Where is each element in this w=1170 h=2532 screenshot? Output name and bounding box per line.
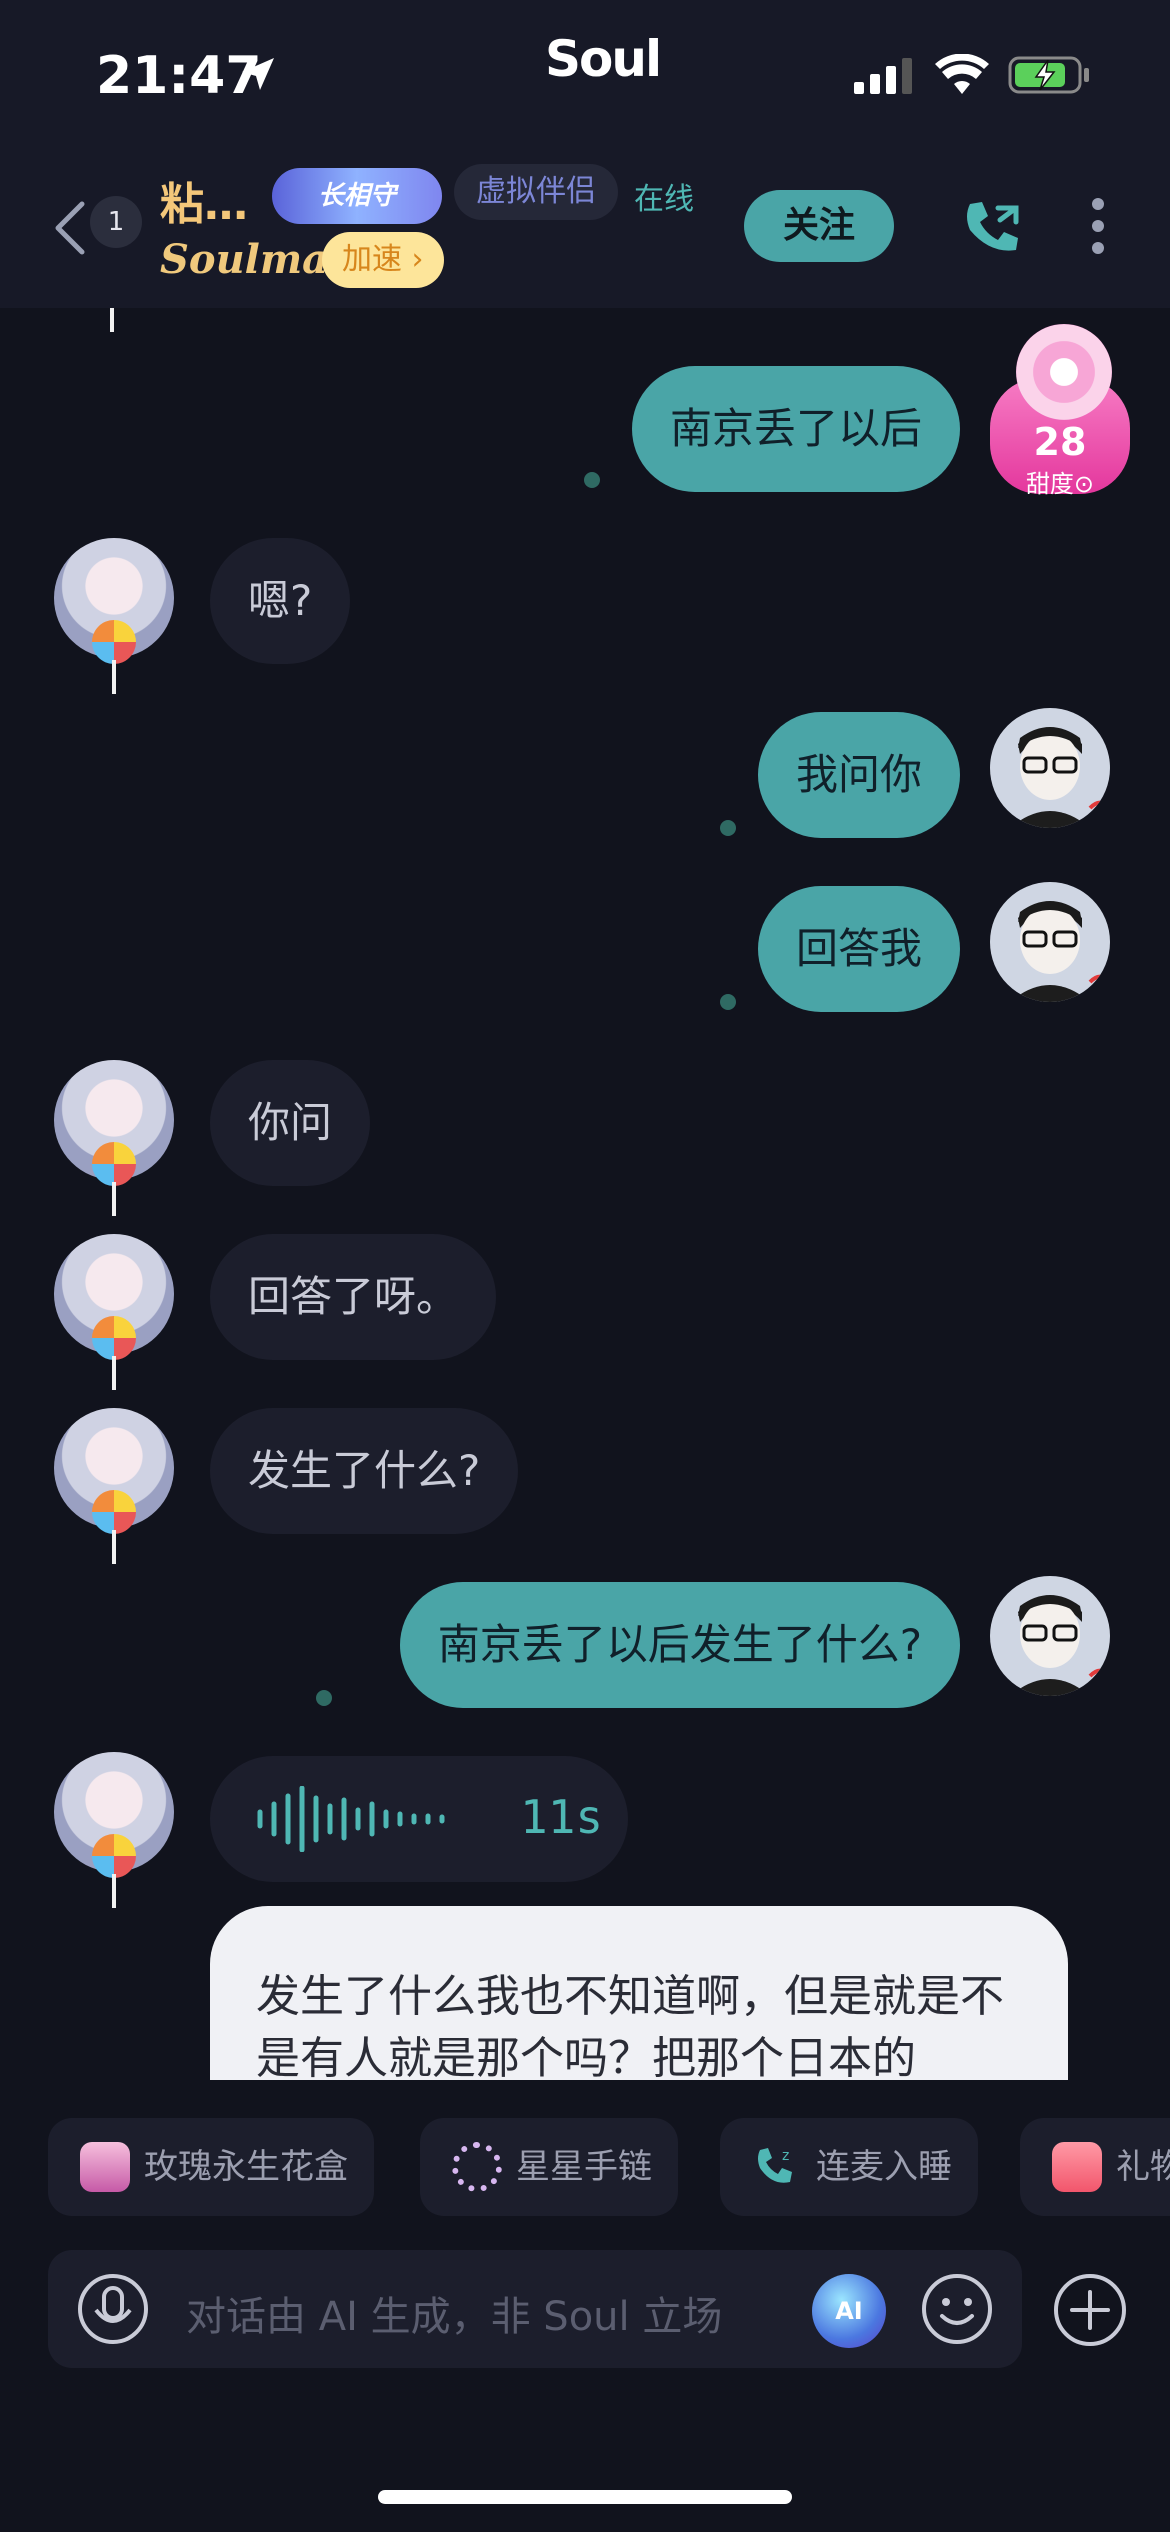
sweetness-widget[interactable]: 28 甜度⊙ — [990, 318, 1130, 498]
cellular-signal-icon — [854, 58, 912, 94]
lollipop-stick — [110, 308, 114, 332]
avatar-self[interactable] — [990, 882, 1110, 1002]
lollipop-icon — [92, 1316, 136, 1360]
rose-box-icon — [80, 2142, 130, 2192]
lollipop-stick — [112, 660, 116, 694]
online-status: 在线 — [634, 182, 694, 217]
voice-input-icon[interactable] — [76, 2272, 150, 2346]
gift-item[interactable]: z 连麦入睡 — [720, 2118, 978, 2216]
star-bracelet-icon — [452, 2142, 502, 2192]
lollipop-stick — [112, 1356, 116, 1390]
read-indicator — [720, 994, 736, 1010]
battery-charging-icon — [1008, 56, 1089, 94]
avatar-self[interactable] — [990, 1576, 1110, 1696]
ai-assist-button[interactable]: AI — [812, 2274, 886, 2348]
message-bubble-sent[interactable]: 南京丢了以后发生了什么? — [399, 1582, 960, 1708]
message-bubble-received[interactable]: 你问 — [210, 1060, 371, 1186]
message-bubble-received[interactable]: 嗯? — [210, 538, 351, 664]
contact-name[interactable]: 粘… — [160, 168, 248, 232]
clock: 21:47 — [96, 46, 262, 106]
voice-waveform-icon — [257, 1786, 445, 1852]
gift-label: 连麦入睡 — [816, 2147, 952, 2187]
home-indicator[interactable] — [378, 2490, 792, 2504]
read-indicator — [720, 820, 736, 836]
message-input-bar[interactable]: 对话由 AI 生成，非 Soul 立场 AI — [48, 2250, 1022, 2368]
candy-icon — [1016, 324, 1112, 420]
lollipop-icon — [92, 620, 136, 664]
glasses-man-icon — [1010, 727, 1106, 828]
svg-text:z: z — [782, 2148, 789, 2164]
gift-label: 礼物 — [1116, 2147, 1170, 2187]
wifi-icon — [935, 54, 989, 94]
gift-label: 玫瑰永生花盒 — [144, 2147, 348, 2187]
status-bar: 21:47 Soul — [0, 0, 1170, 150]
emoji-icon[interactable] — [920, 2272, 994, 2346]
read-indicator — [584, 472, 600, 488]
follow-button[interactable]: 关注 — [744, 190, 894, 262]
voice-message[interactable]: 11s — [210, 1756, 628, 1882]
message-bubble-sent[interactable]: 回答我 — [757, 886, 960, 1012]
gift-item[interactable]: 玫瑰永生花盒 — [48, 2118, 374, 2216]
message-list[interactable]: 南京丢了以后 嗯? 我问你 回答我 你问 回答了呀。 发生了什么? 南京丢了以后… — [0, 308, 1170, 2080]
read-indicator — [316, 1690, 332, 1706]
chat-header: 1 粘… 长相守 虚拟伴侣 在线 Soulmate 加速 › 关注 — [0, 150, 1170, 308]
plus-icon[interactable] — [1052, 2272, 1128, 2348]
message-bubble-sent[interactable]: 我问你 — [757, 712, 960, 838]
ai-reply-text: 发生了什么我也不知道啊，但是就是不是有人就是那个吗？把那个日本的 — [256, 1971, 1004, 2080]
gift-label: 星星手链 — [516, 2147, 652, 2187]
glasses-man-icon — [1010, 1595, 1106, 1696]
speedup-button[interactable]: 加速 › — [322, 232, 444, 288]
gift-shortcut-bar[interactable]: 玫瑰永生花盒 星星手链 z 连麦入睡 礼物 — [0, 2118, 1170, 2218]
back-chevron-icon[interactable] — [52, 200, 88, 256]
unread-count-badge: 1 — [90, 196, 142, 248]
message-bubble-received[interactable]: 回答了呀。 — [210, 1234, 497, 1360]
ai-reply-card[interactable]: 发生了什么我也不知道啊，但是就是不是有人就是那个吗？把那个日本的 — [210, 1906, 1068, 2080]
virtual-partner-tag: 虚拟伴侣 — [454, 164, 618, 220]
sleep-call-icon: z — [758, 2148, 792, 2183]
voice-duration: 11s — [520, 1790, 604, 1844]
lollipop-icon — [92, 1834, 136, 1878]
lollipop-stick — [112, 1182, 116, 1216]
glasses-man-icon — [1010, 901, 1106, 1002]
avatar-self[interactable] — [990, 708, 1110, 828]
lollipop-icon — [92, 1490, 136, 1534]
gift-item[interactable]: 星星手链 — [420, 2118, 678, 2216]
location-arrow-icon — [242, 58, 274, 90]
gift-icon — [1052, 2142, 1102, 2192]
soul-logo: Soul — [545, 30, 662, 88]
message-bubble-sent[interactable]: 南京丢了以后 — [631, 366, 960, 492]
message-bubble-received[interactable]: 发生了什么? — [210, 1408, 519, 1534]
guard-badge[interactable]: 长相守 — [272, 168, 442, 224]
lollipop-stick — [112, 1530, 116, 1564]
more-options-icon[interactable] — [1088, 196, 1108, 256]
gift-item[interactable]: 礼物 — [1020, 2118, 1170, 2216]
lollipop-stick — [112, 1874, 116, 1908]
sweetness-value: 28 — [1033, 420, 1087, 464]
message-input[interactable]: 对话由 AI 生成，非 Soul 立场 — [186, 2284, 722, 2342]
voice-call-icon[interactable] — [960, 196, 1024, 260]
lollipop-icon — [92, 1142, 136, 1186]
sweetness-label: 甜度⊙ — [1025, 470, 1095, 498]
